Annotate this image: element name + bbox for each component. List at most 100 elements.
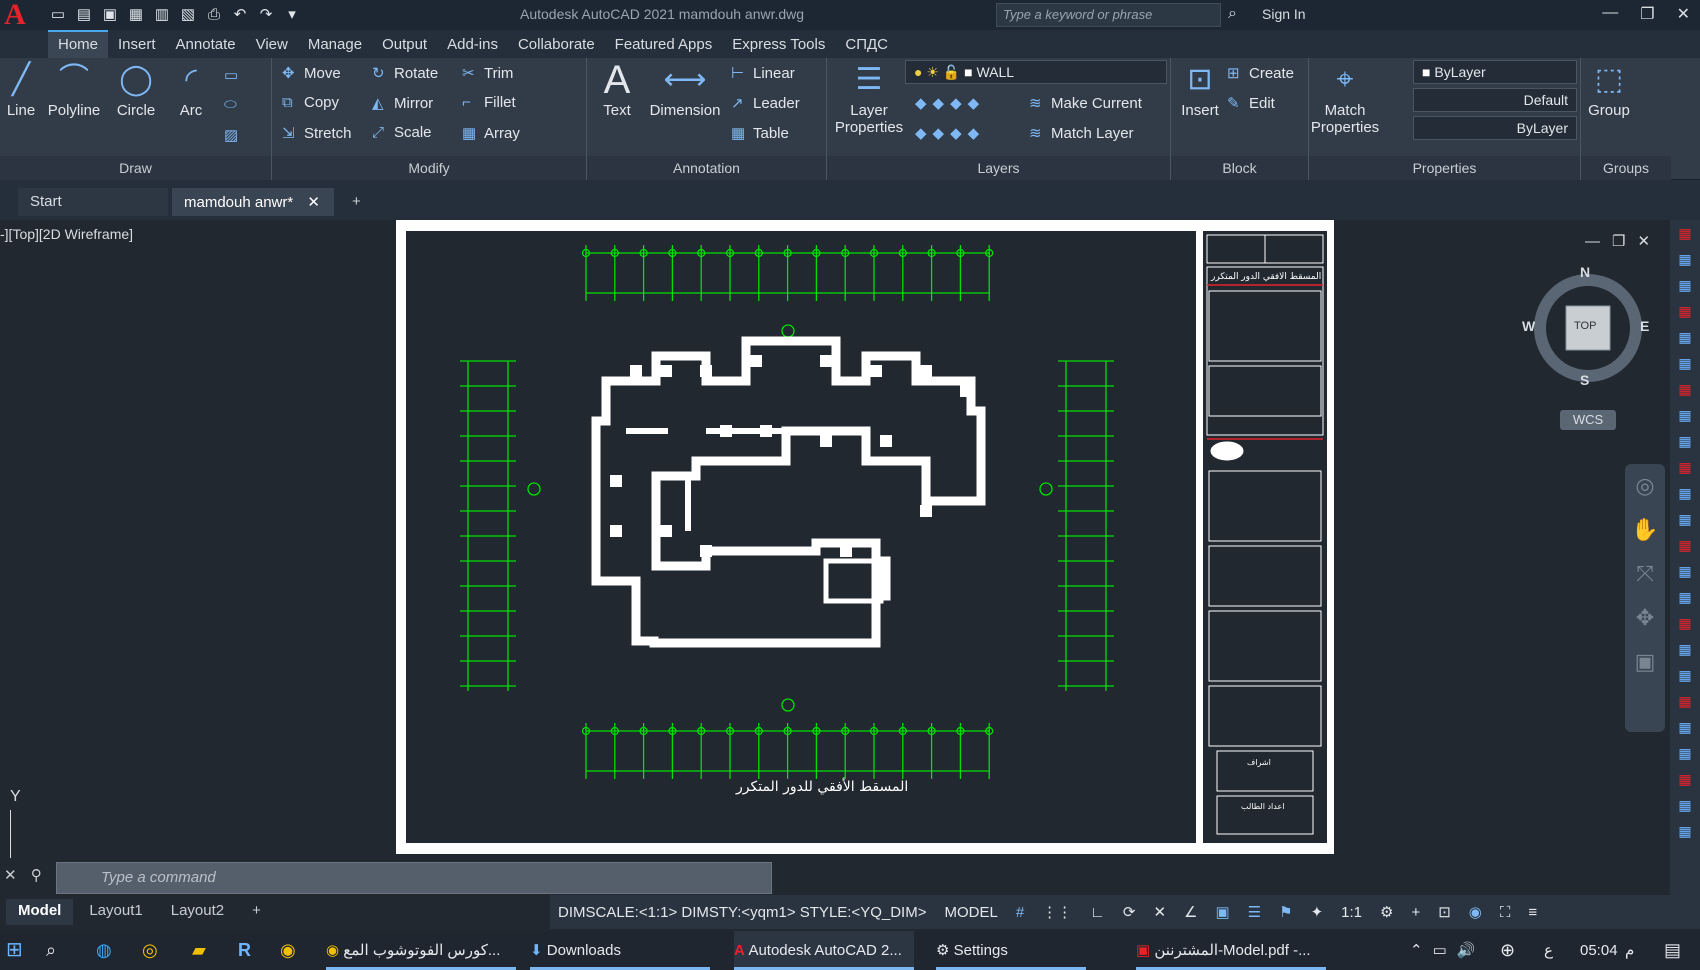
layer-dropdown[interactable]: ● ☀ 🔓 ■ WALL [905, 60, 1167, 84]
model-tab[interactable]: Model [6, 899, 74, 925]
compass-north[interactable]: N [1580, 264, 1590, 280]
notifications-icon[interactable]: ▤ [1664, 931, 1681, 970]
right-toolbar-tool-icon[interactable]: ▦ [1670, 350, 1700, 376]
layout1-tab[interactable]: Layout1 [77, 899, 154, 925]
tab-view[interactable]: View [246, 32, 298, 58]
annotation-panel-title[interactable]: Annotation [587, 156, 826, 180]
autocad-logo-icon[interactable]: A [0, 0, 30, 30]
edge-icon[interactable]: ◍ [96, 931, 112, 970]
tab-insert[interactable]: Insert [108, 32, 166, 58]
move-button[interactable]: ✥ Move [282, 64, 341, 82]
right-toolbar-tool-icon[interactable]: ▦ [1670, 376, 1700, 402]
chrome-icon[interactable]: ◉ [280, 931, 296, 970]
keyboard-language[interactable]: ع [1544, 931, 1553, 970]
viewcube-top-face[interactable]: TOP [1574, 320, 1596, 332]
insert-block-button[interactable]: ⊡ Insert [1175, 60, 1225, 119]
right-toolbar-tool-icon[interactable]: ▦ [1670, 428, 1700, 454]
properties-panel-title[interactable]: Properties [1309, 156, 1580, 180]
create-block-button[interactable]: ⊞ Create [1227, 64, 1294, 82]
hatch-pattern-tool[interactable]: ▨ [224, 126, 246, 144]
showmotion-icon[interactable]: ▣ [1625, 640, 1665, 684]
clock-time[interactable]: 05:04 [1580, 931, 1618, 970]
right-toolbar-tool-icon[interactable]: ▦ [1670, 792, 1700, 818]
right-toolbar-tool-icon[interactable]: ▦ [1670, 454, 1700, 480]
edit-block-button[interactable]: ✎ Edit [1227, 94, 1275, 112]
viewcube[interactable]: N S E W TOP [1522, 264, 1654, 396]
autocad-taskbar-pin-icon[interactable]: ◎ [142, 931, 158, 970]
open-file-icon[interactable]: ▤ [74, 5, 94, 25]
osnap-icon[interactable]: ✕ [1153, 903, 1166, 921]
circle-button[interactable]: ◯ Circle [110, 60, 162, 119]
right-toolbar-tool-icon[interactable]: ▦ [1670, 688, 1700, 714]
right-toolbar-tool-icon[interactable]: ▦ [1670, 246, 1700, 272]
linear-button[interactable]: ⊢ Linear [731, 64, 795, 82]
tab-manage[interactable]: Manage [298, 32, 372, 58]
polar-icon[interactable]: ⟳ [1123, 903, 1136, 921]
lineweight-dropdown[interactable]: Default [1413, 88, 1577, 112]
system-tray-icons[interactable]: ⌃▭🔊 [1410, 931, 1485, 970]
add-layout-button[interactable]: + [240, 899, 273, 925]
compass-south[interactable]: S [1580, 372, 1589, 388]
snap-icon[interactable]: ⋮⋮ [1042, 903, 1072, 921]
drawing-tab[interactable]: mamdouh anwr* ✕ [172, 188, 334, 216]
right-toolbar-tool-icon[interactable]: ▦ [1670, 714, 1700, 740]
clean-screen-icon[interactable]: ⛶ [1500, 904, 1511, 921]
dynamic-input-icon[interactable]: ▣ [1215, 903, 1229, 921]
close-icon[interactable]: ✕ [1677, 4, 1690, 24]
command-input[interactable]: Type a command [56, 862, 772, 894]
tab-spds[interactable]: СПДС [835, 32, 898, 58]
right-toolbar-tool-icon[interactable]: ▦ [1670, 402, 1700, 428]
new-file-icon[interactable]: ▭ [48, 5, 68, 25]
right-toolbar-tool-icon[interactable]: ▦ [1670, 324, 1700, 350]
fillet-button[interactable]: ⌐ Fillet [462, 94, 516, 111]
right-toolbar-tool-icon[interactable]: ▦ [1670, 584, 1700, 610]
search-icon[interactable]: ⌕ [1228, 5, 1237, 23]
arc-button[interactable]: ◜ Arc [168, 60, 214, 119]
start-tab[interactable]: Start [18, 188, 168, 216]
copy-button[interactable]: ⧉ Copy [282, 94, 339, 111]
tab-annotate[interactable]: Annotate [166, 32, 246, 58]
print-icon[interactable]: ⎙ [204, 5, 224, 25]
right-toolbar-tool-icon[interactable]: ▦ [1670, 480, 1700, 506]
array-button[interactable]: ▦ Array [462, 124, 520, 142]
mirror-button[interactable]: ◭ Mirror [372, 94, 433, 112]
sign-in-button[interactable]: Sign In [1262, 6, 1306, 22]
compass-west[interactable]: W [1522, 318, 1535, 334]
tab-output[interactable]: Output [372, 32, 437, 58]
taskbar-autocad-window[interactable]: A Autodesk AutoCAD 2... [734, 931, 914, 970]
match-properties-button[interactable]: ⌖ Match Properties [1309, 60, 1381, 136]
stretch-button[interactable]: ⇲ Stretch [282, 124, 352, 142]
right-toolbar-tool-icon[interactable]: ▦ [1670, 636, 1700, 662]
linetype-dropdown[interactable]: ByLayer [1413, 116, 1577, 140]
orbit-icon[interactable]: ✥ [1625, 596, 1665, 640]
globe-icon[interactable]: ⊕ [1500, 931, 1515, 970]
taskbar-pdf-window[interactable]: ▣ المشترننن-Model.pdf -... [1136, 931, 1326, 970]
viewport-controls[interactable]: -][Top][2D Wireframe] [0, 226, 133, 242]
redo-icon[interactable]: ↷ [256, 5, 276, 25]
right-toolbar-tool-icon[interactable]: ▦ [1670, 662, 1700, 688]
isolate-icon[interactable]: ⊡ [1438, 903, 1451, 921]
pan-icon[interactable]: ✋ [1625, 508, 1665, 552]
dimension-button[interactable]: ⟷ Dimension [647, 60, 723, 119]
make-current-button[interactable]: ≋ Make Current [1029, 94, 1142, 112]
color-dropdown[interactable]: ■ ByLayer [1413, 60, 1577, 84]
compass-east[interactable]: E [1640, 318, 1649, 334]
right-toolbar-tool-icon[interactable]: ▦ [1670, 610, 1700, 636]
tab-collaborate[interactable]: Collaborate [508, 32, 605, 58]
tab-featured-apps[interactable]: Featured Apps [605, 32, 723, 58]
minimize-icon[interactable]: — [1602, 4, 1618, 24]
taskbar-settings-window[interactable]: ⚙ Settings [936, 931, 1086, 970]
line-button[interactable]: ╱ Line [2, 60, 40, 119]
layers-panel-title[interactable]: Layers [827, 156, 1170, 180]
annotation-visibility-icon[interactable]: ⚑ [1279, 903, 1292, 921]
right-toolbar-tool-icon[interactable]: ▦ [1670, 298, 1700, 324]
right-toolbar-tool-icon[interactable]: ▦ [1670, 558, 1700, 584]
scale-button[interactable]: ⤢ Scale [372, 124, 432, 141]
block-panel-title[interactable]: Block [1171, 156, 1308, 180]
plot-icon[interactable]: ▥ [152, 5, 172, 25]
zoom-icon[interactable]: ⤧ [1625, 552, 1665, 596]
right-toolbar-tool-icon[interactable]: ▦ [1670, 766, 1700, 792]
hatch-tool[interactable]: ⬭ [224, 96, 246, 113]
text-button[interactable]: A Text [597, 60, 637, 119]
groups-panel-title[interactable]: Groups [1581, 156, 1671, 180]
